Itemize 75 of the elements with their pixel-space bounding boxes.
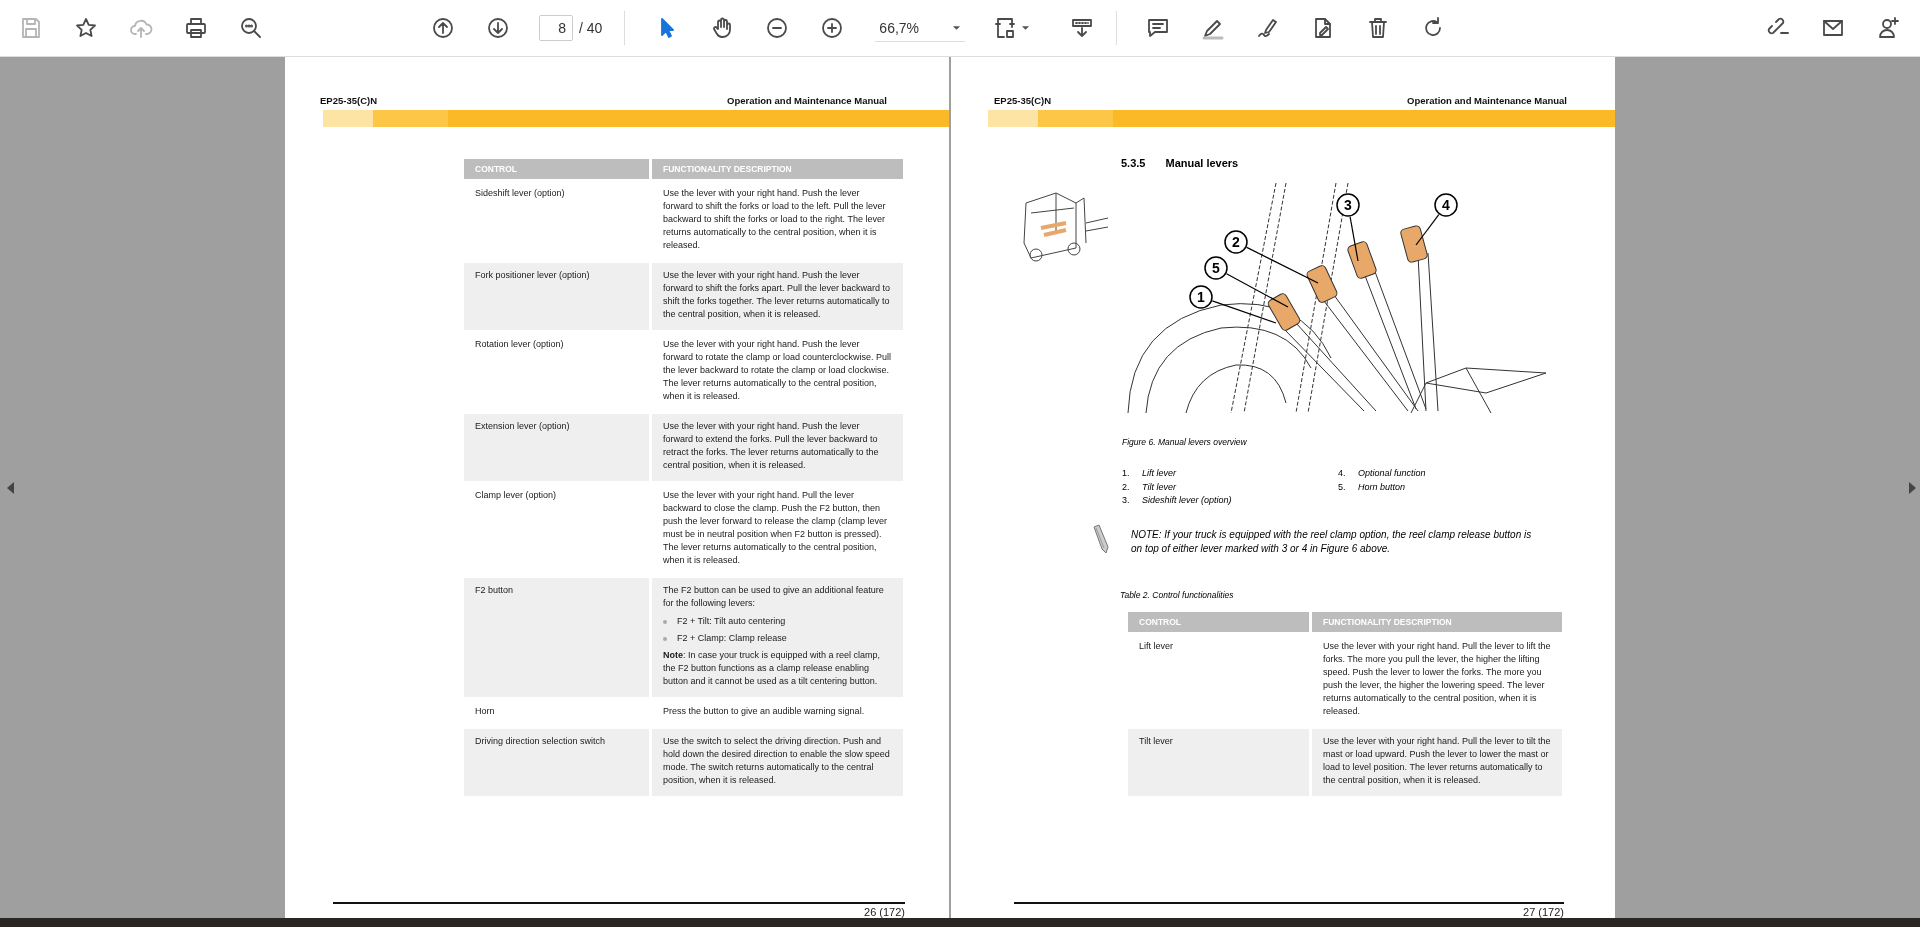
section-number: 5.3.5: [1121, 157, 1146, 169]
table-cell: Driving direction selection switch: [464, 729, 649, 796]
table-caption: Table 2. Control functionalities: [1120, 589, 1235, 600]
document-code: EP25-35(C)N: [320, 95, 378, 106]
page-count: / 40: [579, 20, 603, 36]
legend-number: 2.: [1122, 480, 1131, 494]
scroll-mode-icon[interactable]: [1070, 16, 1095, 40]
column-header: FUNCTIONALITY DESCRIPTION: [652, 159, 903, 179]
table-cell-text: Use the lever with your right hand. Push the lever forward to extend the forks. Pull the lever backward to retract the forks. The lever returns automatically to the central position, when it is released.: [663, 420, 880, 472]
table-cell-text: Use the lever with your right hand. Push the lever forward to shift the forks apart. Pull the lever backward to shift the forks together. The lever returns automatically to the central position, when it is released.: [663, 269, 892, 321]
callout-marker: 5: [1204, 256, 1228, 280]
legend-number: 4.: [1338, 467, 1347, 480]
legend-number: 3.: [1122, 494, 1131, 507]
column-header: CONTROL: [464, 159, 649, 179]
legend-number: 5.: [1338, 480, 1347, 494]
bullet-icon: [663, 619, 667, 624]
legend-label: Optional function: [1358, 467, 1426, 480]
left-arrow-icon[interactable]: [7, 481, 15, 494]
list-item: F2 + Tilt: Tilt auto centering: [677, 615, 786, 628]
column-header: CONTROL: [1128, 611, 1309, 632]
caret-icon[interactable]: [1021, 25, 1031, 31]
leader-line: [1415, 214, 1440, 246]
table-cell-text: Use the lever with your right hand. Push the lever forward to rotate the clamp or load counterclockwise. Pull the lever backward to rotate the clamp or load clockwise. The lever returns automatically to the central position, when it is released.: [663, 338, 892, 403]
plus-icon[interactable]: [820, 16, 845, 40]
legend-label: Tilt lever: [1142, 480, 1176, 494]
table-cell-text: Use the lever with your right hand. Pull the lever to lift the forks. The more you pull the lever, the higher the lifting speed. Push the lever to lower the forks. The more you push the lever, the higher the lowering speed. The lever returns automatically to the central position, when it is released.: [1323, 639, 1551, 718]
table-cell-text: Use the lever with your right hand. Push the lever forward to shift the forks or load to the left. Pull the lever backward to shift the forks or load to the right. The lever returns automatically to the central position, when it is released.: [663, 187, 887, 252]
callout-marker: 3: [1336, 193, 1360, 217]
callout-marker: 2: [1224, 230, 1248, 254]
comment-icon[interactable]: [1146, 16, 1171, 40]
legend-label: Horn button: [1358, 480, 1406, 494]
page-number-field[interactable]: 8: [539, 15, 573, 41]
table-cell-text: Press the button to give an audible warning signal.: [663, 705, 866, 718]
leader-line: [1349, 216, 1359, 262]
zoom-dropdown[interactable]: 66,7%: [875, 14, 966, 42]
table-cell: Extension lever (option): [464, 414, 649, 481]
bullet-icon: [663, 636, 667, 641]
table-cell-text: Sideshift lever (option): [474, 187, 566, 200]
legend-number: 1.: [1122, 467, 1131, 480]
table-cell: Fork positioner lever (option): [464, 263, 649, 330]
table-cell-text: Use the lever with your right hand. Pull the lever backward to close the clamp. Push the F2 button, then push the lever forward to release the clamp (clamp lever must be in neutral position when F2 button is pressed). The lever returns automatically to the central position, when it is released.: [663, 489, 889, 567]
legend-label: Lift lever: [1142, 467, 1176, 480]
legend-label: Sideshift lever (option): [1142, 494, 1232, 507]
printer-icon[interactable]: [184, 16, 208, 40]
add-user-icon[interactable]: [1876, 16, 1900, 40]
note-text: NOTE: If your truck is equipped with the reel clamp option, the reel clamp release button is on top of either lever marked with 3 or 4 in Figure 6 above.: [1131, 527, 1533, 556]
callout-marker: 4: [1434, 193, 1458, 217]
table-cell-text: Use the switch to select the driving direction. Push and hold down the desired direction to enable the slow speed mode. The switch returns automatically to the central position, when it is released.: [663, 735, 891, 787]
document-title: Operation and Maintenance Manual: [727, 95, 887, 106]
column-header: FUNCTIONALITY DESCRIPTION: [1312, 611, 1562, 632]
page-fit-icon[interactable]: [993, 16, 1018, 40]
table-cell-text: The F2 button can be used to give an additional feature for the following levers:: [663, 584, 885, 610]
table-cell: F2 button: [464, 578, 649, 697]
table-cell-text: Note: In case your truck is equipped with a reel clamp, the F2 button functions as a clamp release enabling button and it cannot be used as a tilt centering button.: [663, 649, 882, 688]
document-title: Operation and Maintenance Manual: [1407, 95, 1567, 106]
figure-caption: Figure 6. Manual levers overview: [1122, 437, 1248, 447]
table-cell-text: Clamp lever (option): [474, 489, 558, 502]
pencil-icon: [1091, 523, 1111, 554]
document-code: EP25-35(C)N: [994, 95, 1052, 106]
table-cell-text: Horn: [474, 705, 496, 718]
list-item: F2 + Clamp: Clamp release: [677, 632, 787, 645]
table-cell: Tilt lever: [1128, 728, 1309, 796]
table-cell-text: Lift lever: [1138, 639, 1174, 653]
lever-handle: [1399, 224, 1429, 264]
right-arrow-icon[interactable]: [1908, 481, 1916, 494]
table-cell-text: Use the lever with your right hand. Pull the lever to tilt the mast or load upward. Push the lever to lower the mast or load to level position. The lever returns automatically to the central position, when it is released.: [1323, 734, 1551, 787]
caret-icon: [952, 24, 962, 31]
star-icon[interactable]: [74, 16, 98, 40]
table-cell-text: Rotation lever (option): [474, 338, 565, 351]
search-icon[interactable]: [239, 16, 263, 40]
page-number: 27 (172): [1523, 906, 1564, 918]
minus-icon[interactable]: [765, 16, 790, 40]
page-number: 26 (172): [864, 906, 905, 918]
section-title: Manual levers: [1165, 157, 1239, 169]
callout-marker: 1: [1189, 285, 1213, 309]
